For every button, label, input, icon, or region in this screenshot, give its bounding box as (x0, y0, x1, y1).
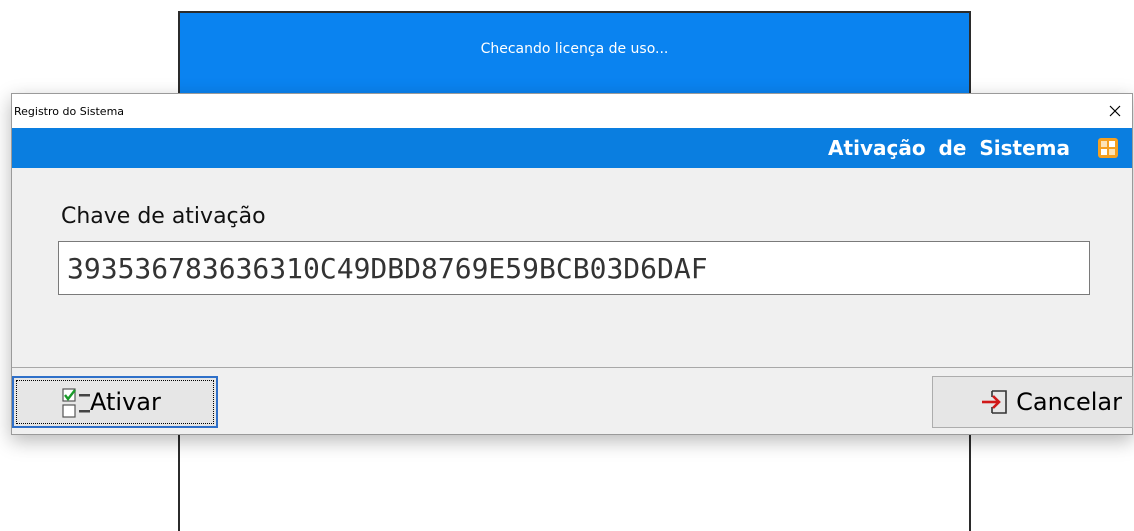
registration-dialog: Registro do Sistema Ativação de Sistema … (11, 93, 1133, 435)
splash-status-text: Checando licença de uso... (480, 41, 669, 57)
dialog-title: Registro do Sistema (14, 104, 125, 118)
splash-banner: Checando licença de uso... (180, 13, 969, 93)
exit-arrow-icon (980, 387, 1010, 417)
cancel-button-label: Cancelar (1016, 388, 1122, 416)
close-button[interactable] (1100, 96, 1130, 126)
cancel-button[interactable]: Cancelar (932, 376, 1133, 428)
checklist-icon (62, 388, 92, 418)
button-separator (12, 367, 1132, 368)
header-title: Ativação de Sistema (828, 136, 1070, 160)
close-icon (1109, 105, 1121, 117)
header-band: Ativação de Sistema (12, 128, 1132, 168)
activation-key-label: Chave de ativação (61, 204, 266, 229)
dialog-titlebar[interactable]: Registro do Sistema (12, 94, 1132, 128)
activate-button[interactable]: Ativar (12, 376, 218, 428)
activation-key-input[interactable] (58, 241, 1090, 295)
focus-rectangle (16, 380, 214, 424)
app-badge-icon (1098, 138, 1118, 158)
